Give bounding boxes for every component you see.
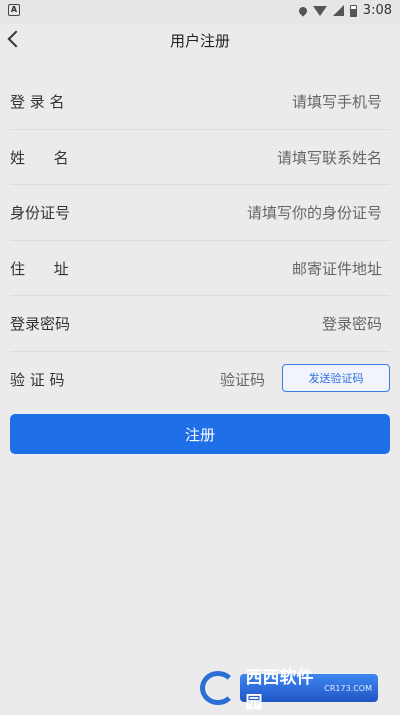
location-icon: [297, 4, 309, 17]
page-title: 用户注册: [169, 32, 230, 50]
watermark-sub: CR173.COM: [324, 683, 372, 693]
verify-code-input[interactable]: 验证码: [220, 369, 265, 390]
id-number-input[interactable]: 请填写你的身份证号: [247, 202, 382, 223]
form-row-verify-code: 验 证 码 验证码 发送验证码: [10, 352, 390, 407]
nav-bar: 用户注册: [0, 24, 400, 58]
form-row-id-number: 身份证号 请填写你的身份证号: [10, 185, 390, 241]
name-label: 姓 名: [10, 148, 69, 167]
status-time: 3:08: [362, 3, 392, 18]
password-input[interactable]: 登录密码: [322, 313, 382, 334]
watermark-badge: 西西软件园 CR173.COM: [239, 668, 378, 713]
username-input[interactable]: 请填写手机号: [292, 91, 382, 112]
id-number-label: 身份证号: [10, 204, 71, 222]
form-row-name: 姓 名 请填写联系姓名: [10, 130, 390, 185]
form-row-address: 住 址 邮寄证件地址: [10, 241, 390, 296]
password-label: 登录密码: [10, 315, 71, 333]
name-input[interactable]: 请填写联系姓名: [277, 147, 382, 168]
status-icons: 3:08: [297, 3, 392, 18]
address-label: 住 址: [10, 259, 69, 278]
address-input[interactable]: 邮寄证件地址: [292, 258, 382, 279]
watermark-logo-icon: [200, 671, 236, 705]
watermark-brand: 西西软件园: [245, 668, 314, 713]
signal-icon: [332, 5, 344, 16]
battery-icon: [349, 4, 357, 17]
register-button[interactable]: 注册: [10, 414, 390, 454]
wifi-icon: [312, 5, 327, 16]
username-label: 登 录 名: [10, 93, 65, 111]
watermark: 西西软件园 CR173.COM: [200, 668, 378, 713]
registration-screen: A 3:08 用户注册 登 录 名 请填写手机号 姓 名 请填写联系姓名 身份证…: [0, 0, 400, 715]
send-code-button[interactable]: 发送验证码: [282, 363, 390, 392]
notification-icon: A: [8, 4, 20, 16]
form-row-password: 登录密码 登录密码: [10, 296, 390, 352]
verify-code-label: 验 证 码: [10, 370, 65, 389]
status-bar: A 3:08: [0, 0, 400, 24]
form-row-username: 登 录 名 请填写手机号: [10, 74, 390, 130]
register-form: 登 录 名 请填写手机号 姓 名 请填写联系姓名 身份证号 请填写你的身份证号 …: [0, 74, 400, 406]
